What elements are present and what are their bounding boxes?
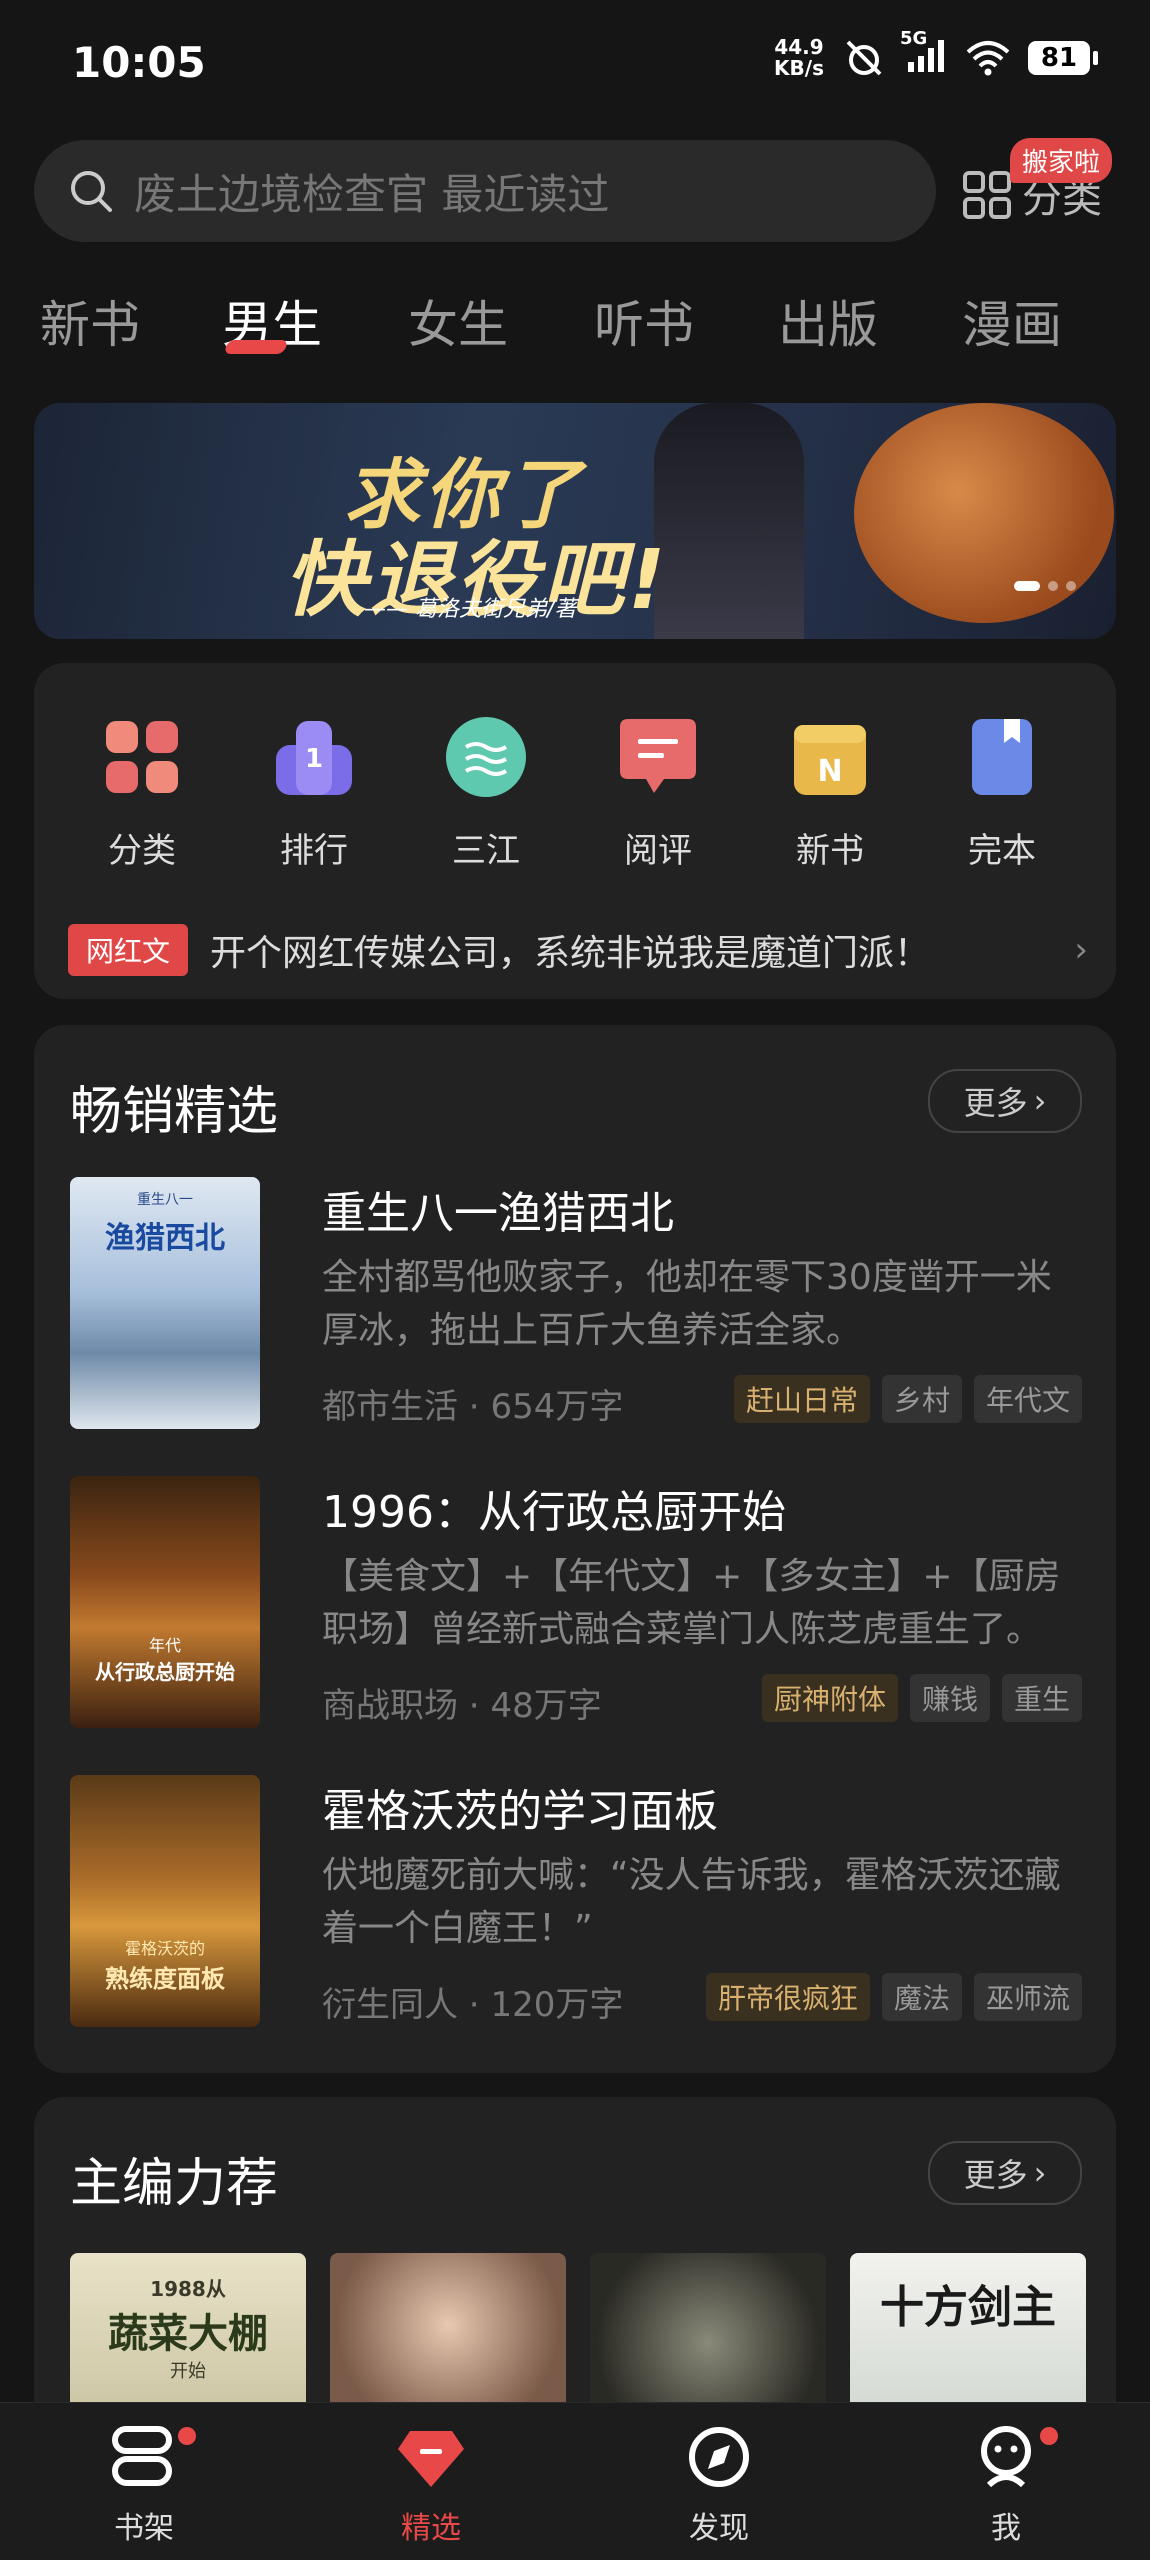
new-book-icon: N (794, 725, 866, 795)
promo-text: 开个网红传媒公司，系统非说我是魔道门派！ (210, 933, 931, 974)
profile-icon (981, 2426, 1031, 2488)
category-grid-icon (963, 171, 1011, 219)
chevron-right-icon: › (1074, 930, 1088, 970)
net-speed: 44.9 KB/s (774, 35, 824, 80)
wifi-icon (966, 41, 1010, 76)
promo-banner[interactable]: 求你了 快退役吧! —— 葛洛夫街兄弟/著 (34, 403, 1116, 639)
book-tags: 厨神附体 赚钱 重生 (761, 1674, 1082, 1722)
notification-dot (1040, 2427, 1058, 2445)
river-icon (446, 717, 526, 797)
entry-sanjiang[interactable]: 三江 (416, 715, 556, 872)
entry-reviews[interactable]: 阅评 (588, 715, 728, 872)
book-description: 全村都骂他败家子，他却在零下30度凿开一米厚冰，拖出上百斤大鱼养活全家。 (322, 1257, 1052, 1351)
tab-new-books[interactable]: 新书 (40, 285, 140, 357)
book-meta: 都市生活 · 654万字 (322, 1387, 624, 1427)
book-description: 伏地魔死前大喊：“没人告诉我，霍格沃茨还藏着一个白魔王！” (322, 1855, 1061, 1949)
comment-icon (620, 719, 696, 793)
chevron-right-icon: › (1033, 1082, 1047, 1120)
tab-audiobooks[interactable]: 听书 (594, 285, 694, 357)
nav-discover[interactable]: 发现 (649, 2425, 789, 2547)
bookshelf-icon (112, 2426, 172, 2486)
book-tags: 肝帝很疯狂 魔法 巫师流 (705, 1973, 1082, 2021)
entry-new-books[interactable]: N 新书 (760, 715, 900, 872)
bottom-navigation: 书架 精选 发现 我 (0, 2402, 1150, 2560)
quick-entry-card: 分类 1 排行 三江 阅评 N 新书 完本 网红文 开个网红传媒公司，系统非说我… (34, 663, 1116, 999)
entry-completed[interactable]: 完本 (932, 715, 1072, 872)
section-title: 主编力荐 (70, 2154, 279, 2214)
book-title: 1996：从行政总厨开始 (322, 1487, 786, 1538)
more-button[interactable]: 更多 › (928, 1069, 1082, 1133)
nav-featured[interactable]: 精选 (361, 2425, 501, 2547)
book-title: 重生八一渔猎西北 (322, 1188, 674, 1239)
search-bar[interactable]: 废土边境检查官 最近读过 (34, 140, 936, 242)
tab-female[interactable]: 女生 (408, 285, 508, 357)
book-cover: 重生八一 渔猎西北 (70, 1177, 260, 1429)
carousel-dots (1014, 581, 1076, 591)
tab-comics[interactable]: 漫画 (962, 285, 1062, 357)
entry-ranking[interactable]: 1 排行 (244, 715, 384, 872)
featured-icon (398, 2431, 464, 2487)
svg-text:1: 1 (305, 744, 323, 774)
nav-bookshelf[interactable]: 书架 (74, 2425, 214, 2547)
book-meta: 商战职场 · 48万字 (322, 1686, 602, 1726)
more-button[interactable]: 更多 › (928, 2141, 1082, 2205)
book-title: 霍格沃茨的学习面板 (322, 1786, 718, 1837)
book-tags: 赶山日常 乡村 年代文 (733, 1375, 1082, 1423)
svg-text:N: N (817, 754, 842, 789)
nav-profile[interactable]: 我 (936, 2425, 1076, 2547)
category-badge: 搬家啦 (1010, 138, 1113, 183)
battery-indicator: 81 (1028, 41, 1098, 75)
cell-signal-icon: 5G (900, 28, 948, 80)
entry-category[interactable]: 分类 (72, 715, 212, 872)
bestsellers-section: 畅销精选 更多 › 重生八一 渔猎西北 重生八一渔猎西北 全村都骂他败家子，他却在… (34, 1025, 1116, 2073)
banner-author: —— 葛洛夫街兄弟/著 (364, 597, 577, 622)
editor-picks-section: 主编力荐 更多 › 1988从 蔬菜大棚 开始 十方剑主 (34, 2097, 1116, 2437)
book-item[interactable]: 霍格沃茨的 熟练度面板 霍格沃茨的学习面板 伏地魔死前大喊：“没人告诉我，霍格沃… (70, 1775, 1082, 2027)
bookmark-icon (972, 719, 1032, 795)
section-title: 畅销精选 (70, 1082, 279, 1142)
channel-tabs: 新书 男生 女生 听书 出版 漫画 (0, 285, 1150, 365)
rank-icon: 1 (276, 721, 352, 795)
search-placeholder: 废土边境检查官 最近读过 (134, 169, 610, 219)
chevron-right-icon: › (1033, 2154, 1047, 2192)
book-item[interactable]: 年代 从行政总厨开始 1996：从行政总厨开始 【美食文】+【年代文】+【多女主… (70, 1476, 1082, 1728)
book-cover: 霍格沃茨的 熟练度面板 (70, 1775, 260, 2027)
search-icon (71, 171, 112, 212)
book-item[interactable]: 重生八一 渔猎西北 重生八一渔猎西北 全村都骂他败家子，他却在零下30度凿开一米… (70, 1177, 1082, 1429)
compass-icon (689, 2427, 749, 2487)
banner-character (654, 403, 804, 639)
book-cover: 年代 从行政总厨开始 (70, 1476, 260, 1728)
notification-dot (178, 2427, 196, 2445)
clock: 10:05 (72, 38, 206, 87)
tab-publishing[interactable]: 出版 (778, 285, 878, 357)
alarm-off-icon (846, 40, 882, 76)
promo-tag: 网红文 (68, 924, 189, 976)
promo-line[interactable]: 网红文 开个网红传媒公司，系统非说我是魔道门派！ › (68, 924, 1088, 976)
active-tab-indicator (223, 340, 289, 354)
status-bar: 10:05 44.9 KB/s 5G 81 (0, 0, 1150, 130)
book-description: 【美食文】+【年代文】+【多女主】+【厨房职场】曾经新式融合菜掌门人陈芝虎重生了… (322, 1556, 1061, 1650)
grid-icon (106, 721, 178, 793)
book-meta: 衍生同人 · 120万字 (322, 1985, 624, 2025)
